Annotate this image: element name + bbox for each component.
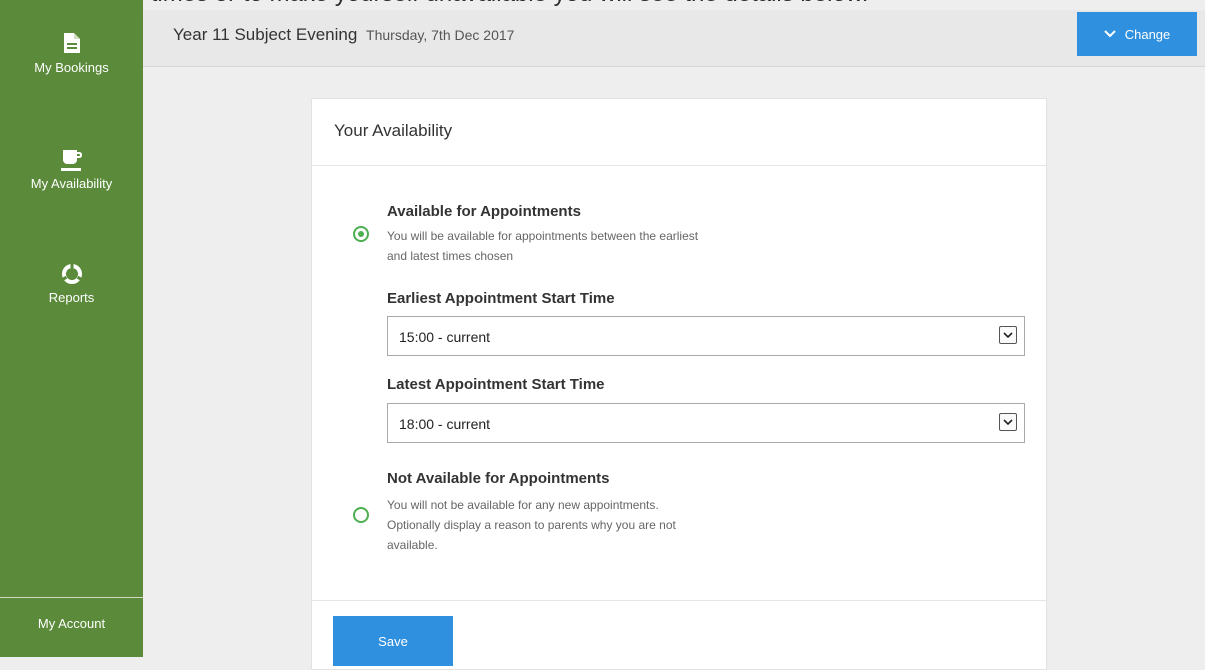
card-title: Your Availability xyxy=(334,121,453,140)
description-line: available. xyxy=(387,538,438,552)
chevron-down-icon xyxy=(1104,30,1116,38)
sidebar-item-label: My Bookings xyxy=(34,60,109,75)
dropdown-arrow-icon[interactable] xyxy=(999,326,1017,344)
not-available-radio[interactable] xyxy=(353,507,369,523)
earliest-time-value: 15:00 - current xyxy=(399,329,491,345)
save-button[interactable]: Save xyxy=(333,616,453,666)
description-line: You will be available for appointments b… xyxy=(387,229,699,243)
coffee-cup-icon xyxy=(60,150,82,171)
dropdown-arrow-icon[interactable] xyxy=(999,413,1017,431)
card-footer-divider xyxy=(312,600,1046,601)
available-radio[interactable] xyxy=(353,226,369,242)
description-line: and latest times chosen xyxy=(387,249,514,263)
document-icon xyxy=(63,33,80,53)
event-date: Thursday, 7th Dec 2017 xyxy=(366,27,515,43)
not-available-option-title: Not Available for Appointments xyxy=(387,470,610,487)
sidebar: My Bookings My Availability Reports My A… xyxy=(0,0,143,657)
header-bar: Year 11 Subject Evening Thursday, 7th De… xyxy=(143,10,1205,67)
latest-time-label: Latest Appointment Start Time xyxy=(387,376,605,393)
sidebar-item-my-availability[interactable]: My Availability xyxy=(0,148,143,191)
not-available-option-description: You will not be available for any new ap… xyxy=(387,495,807,555)
change-event-button[interactable]: Change xyxy=(1077,12,1197,56)
sidebar-item-label: My Availability xyxy=(30,176,113,191)
description-line: Optionally display a reason to parents w… xyxy=(387,518,676,532)
donut-chart-icon xyxy=(59,262,84,284)
latest-time-value: 18:00 - current xyxy=(399,416,491,432)
event-name: Year 11 Subject Evening xyxy=(173,25,358,44)
latest-time-select[interactable]: 18:00 - current xyxy=(387,403,1025,443)
card-header: Your Availability xyxy=(312,99,1046,166)
earliest-time-select[interactable]: 15:00 - current xyxy=(387,316,1025,356)
sidebar-item-label: Reports xyxy=(48,290,95,305)
background-page-text: appointments times or to make yourself u… xyxy=(0,0,1205,10)
available-option-description: You will be available for appointments b… xyxy=(387,226,807,266)
sidebar-item-reports[interactable]: Reports xyxy=(0,262,143,305)
change-button-label: Change xyxy=(1124,26,1171,42)
sidebar-item-my-bookings[interactable]: My Bookings xyxy=(0,32,143,75)
earliest-time-label: Earliest Appointment Start Time xyxy=(387,290,615,307)
availability-card: Your Availability Available for Appointm… xyxy=(311,98,1047,670)
event-title: Year 11 Subject Evening Thursday, 7th De… xyxy=(173,25,514,45)
description-line: You will not be available for any new ap… xyxy=(387,498,659,512)
available-option-title: Available for Appointments xyxy=(387,203,581,220)
sidebar-item-my-account[interactable]: My Account xyxy=(0,598,143,657)
